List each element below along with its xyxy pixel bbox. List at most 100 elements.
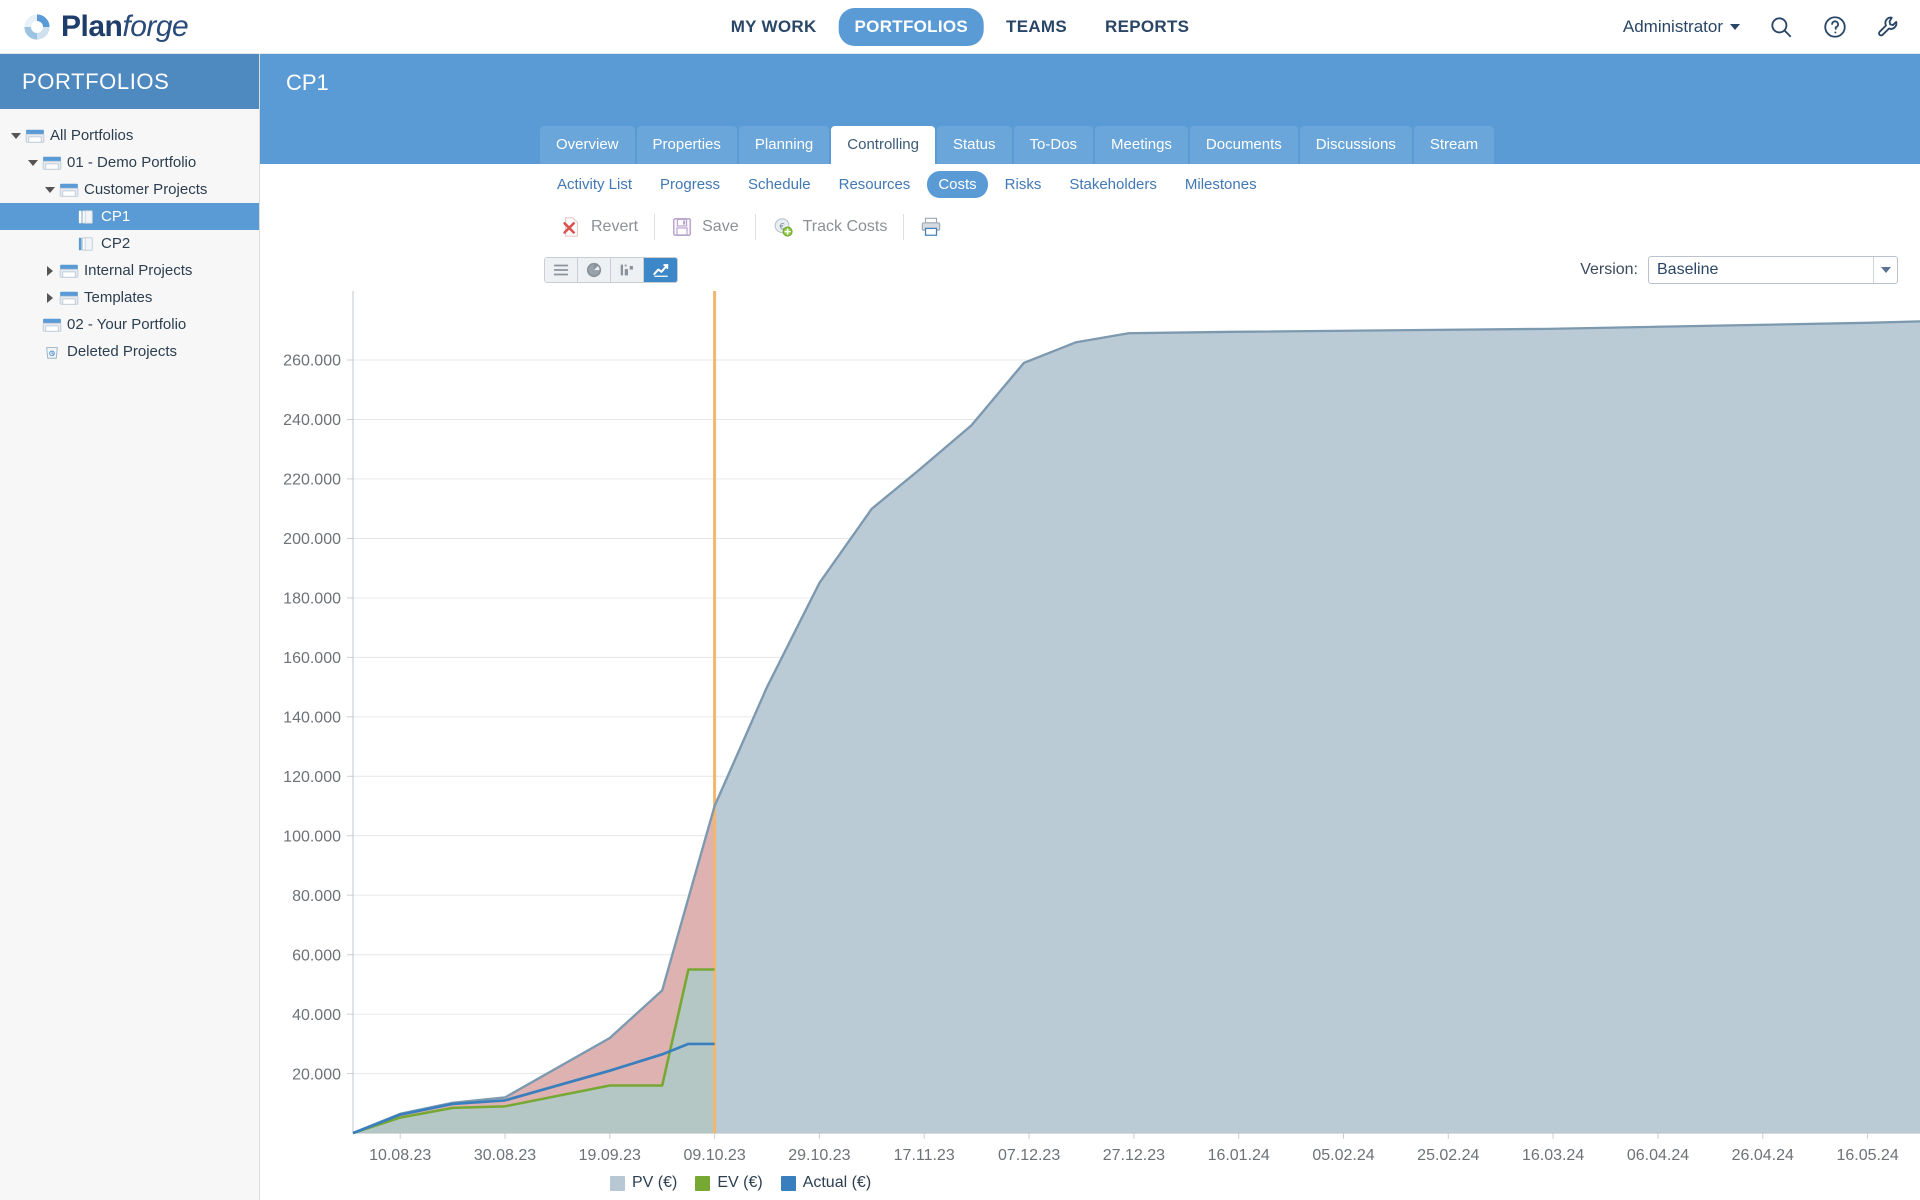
sidebar-item-label: Deleted Projects (67, 343, 178, 360)
svg-text:140.000: 140.000 (283, 710, 341, 727)
sidebar-item-label: Customer Projects (84, 181, 208, 198)
sidebar-item-templates[interactable]: Templates (0, 284, 259, 311)
subtab-resources[interactable]: Resources (828, 171, 922, 198)
user-menu[interactable]: Administrator (1623, 17, 1740, 37)
chevron-down-icon[interactable] (1873, 257, 1897, 283)
chevron-down-icon[interactable] (42, 186, 58, 193)
legend-item[interactable]: EV (€) (695, 1174, 763, 1192)
svg-text:80.000: 80.000 (292, 888, 341, 905)
svg-text:27.12.23: 27.12.23 (1103, 1147, 1166, 1164)
track-costs-icon: € (774, 217, 793, 237)
legend-item[interactable]: PV (€) (610, 1174, 677, 1192)
view-button-line[interactable] (644, 258, 677, 282)
tab-status[interactable]: Status (937, 126, 1012, 164)
svg-text:100.000: 100.000 (283, 829, 341, 846)
cost-chart[interactable]: 20.000 40.000 60.000 80.000 100.000 120.000 14… (260, 291, 1920, 1200)
portfolio-icon (24, 128, 46, 144)
legend-item[interactable]: Actual (€) (780, 1174, 872, 1192)
subtab-activity-list[interactable]: Activity List (546, 171, 643, 198)
tab-properties[interactable]: Properties (636, 126, 737, 164)
nav-reports[interactable]: REPORTS (1089, 8, 1205, 46)
svg-text:06.04.24: 06.04.24 (1627, 1147, 1690, 1164)
sidebar-item-all-portfolios[interactable]: All Portfolios (0, 122, 259, 149)
nav-my-work[interactable]: MY WORK (715, 8, 833, 46)
sidebar-item-label: 01 - Demo Portfolio (67, 154, 197, 171)
subtab-progress[interactable]: Progress (649, 171, 731, 198)
search-icon[interactable] (1768, 14, 1794, 40)
chevron-down-icon[interactable] (8, 132, 24, 139)
sidebar-item-label: Templates (84, 289, 153, 306)
tab-planning[interactable]: Planning (738, 126, 830, 164)
tools-icon[interactable] (1876, 14, 1902, 40)
portfolio-icon (41, 317, 63, 333)
pie-chart-icon (586, 262, 602, 278)
svg-text:160.000: 160.000 (283, 650, 341, 667)
body: PORTFOLIOS All Portfolios 01 - Demo Port… (0, 54, 1920, 1200)
subtab-costs[interactable]: Costs (927, 170, 988, 198)
project-icon (75, 236, 97, 252)
subtab-stakeholders[interactable]: Stakeholders (1058, 171, 1168, 198)
nav-portfolios[interactable]: PORTFOLIOS (838, 7, 985, 46)
svg-text:120.000: 120.000 (283, 769, 341, 786)
svg-text:260.000: 260.000 (283, 353, 341, 370)
track-costs-button[interactable]: € Track Costs (756, 216, 904, 238)
view-button-list[interactable] (545, 258, 578, 282)
tab-documents[interactable]: Documents (1189, 126, 1298, 164)
sidebar-title: PORTFOLIOS (0, 54, 259, 109)
project-header: CP1 Overview Properties Planning Controllin… (260, 54, 1920, 164)
version-value: Baseline (1657, 261, 1719, 278)
action-toolbar: Revert Save € Track Costs (260, 204, 1920, 249)
sidebar-item-cp2[interactable]: CP2 (0, 230, 259, 257)
view-button-pie[interactable] (578, 258, 611, 282)
sidebar-item-01-demo-portfolio[interactable]: 01 - Demo Portfolio (0, 149, 259, 176)
sidebar-item-customer-projects[interactable]: Customer Projects (0, 176, 259, 203)
tab-overview[interactable]: Overview (540, 126, 635, 164)
svg-text:09.10.23: 09.10.23 (683, 1147, 746, 1164)
legend-swatch (780, 1175, 796, 1191)
portfolio-icon (58, 290, 80, 306)
logo[interactable]: Planforge (0, 10, 189, 44)
tab-stream[interactable]: Stream (1413, 126, 1495, 164)
project-icon (75, 209, 97, 225)
save-button[interactable]: Save (655, 216, 754, 238)
view-button-bar[interactable] (611, 258, 644, 282)
nav-teams[interactable]: TEAMS (990, 8, 1083, 46)
chevron-down-icon[interactable] (25, 159, 41, 166)
tab-to-dos[interactable]: To-Dos (1013, 126, 1094, 164)
sidebar-item-02-your-portfolio[interactable]: 02 - Your Portfolio (0, 311, 259, 338)
subtab-milestones[interactable]: Milestones (1174, 171, 1268, 198)
svg-text:17.11.23: 17.11.23 (894, 1147, 955, 1164)
svg-text:05.02.24: 05.02.24 (1312, 1147, 1375, 1164)
page-title: CP1 (286, 70, 329, 95)
revert-button[interactable]: Revert (544, 216, 654, 238)
sidebar-item-label: 02 - Your Portfolio (67, 316, 187, 333)
svg-text:29.10.23: 29.10.23 (788, 1147, 851, 1164)
version-selector-wrap: Version: Baseline (1580, 256, 1898, 284)
chevron-right-icon[interactable] (42, 265, 58, 276)
sidebar-item-label: CP2 (101, 235, 131, 252)
legend-label: Actual (€) (802, 1174, 872, 1191)
version-select[interactable]: Baseline (1648, 256, 1898, 284)
subtab-schedule[interactable]: Schedule (737, 171, 822, 198)
cost-chart-svg: 20.000 40.000 60.000 80.000 100.000 120.000 14… (283, 291, 1920, 1164)
portfolio-icon (41, 155, 63, 171)
tab-controlling[interactable]: Controlling (831, 126, 935, 164)
sidebar-item-deleted-projects[interactable]: Deleted Projects (0, 338, 259, 365)
revert-label: Revert (591, 217, 639, 235)
tab-discussions[interactable]: Discussions (1299, 126, 1412, 164)
svg-text:16.01.24: 16.01.24 (1208, 1147, 1271, 1164)
tab-meetings[interactable]: Meetings (1095, 126, 1188, 164)
sidebar-item-internal-projects[interactable]: Internal Projects (0, 257, 259, 284)
chart-view-switcher (544, 257, 678, 283)
top-bar: Planforge MY WORK PORTFOLIOS TEAMS REPOR… (0, 0, 1920, 54)
help-icon[interactable] (1822, 14, 1848, 40)
print-button[interactable] (904, 216, 958, 238)
legend-swatch (695, 1175, 711, 1191)
bar-chart-icon (620, 264, 633, 276)
sidebar-item-cp1[interactable]: CP1 (0, 203, 259, 230)
main-navigation: MY WORK PORTFOLIOS TEAMS REPORTS (715, 7, 1206, 46)
sidebar-item-label: All Portfolios (50, 127, 134, 144)
chevron-right-icon[interactable] (42, 292, 58, 303)
line-chart-icon (652, 264, 668, 277)
subtab-risks[interactable]: Risks (994, 171, 1053, 198)
